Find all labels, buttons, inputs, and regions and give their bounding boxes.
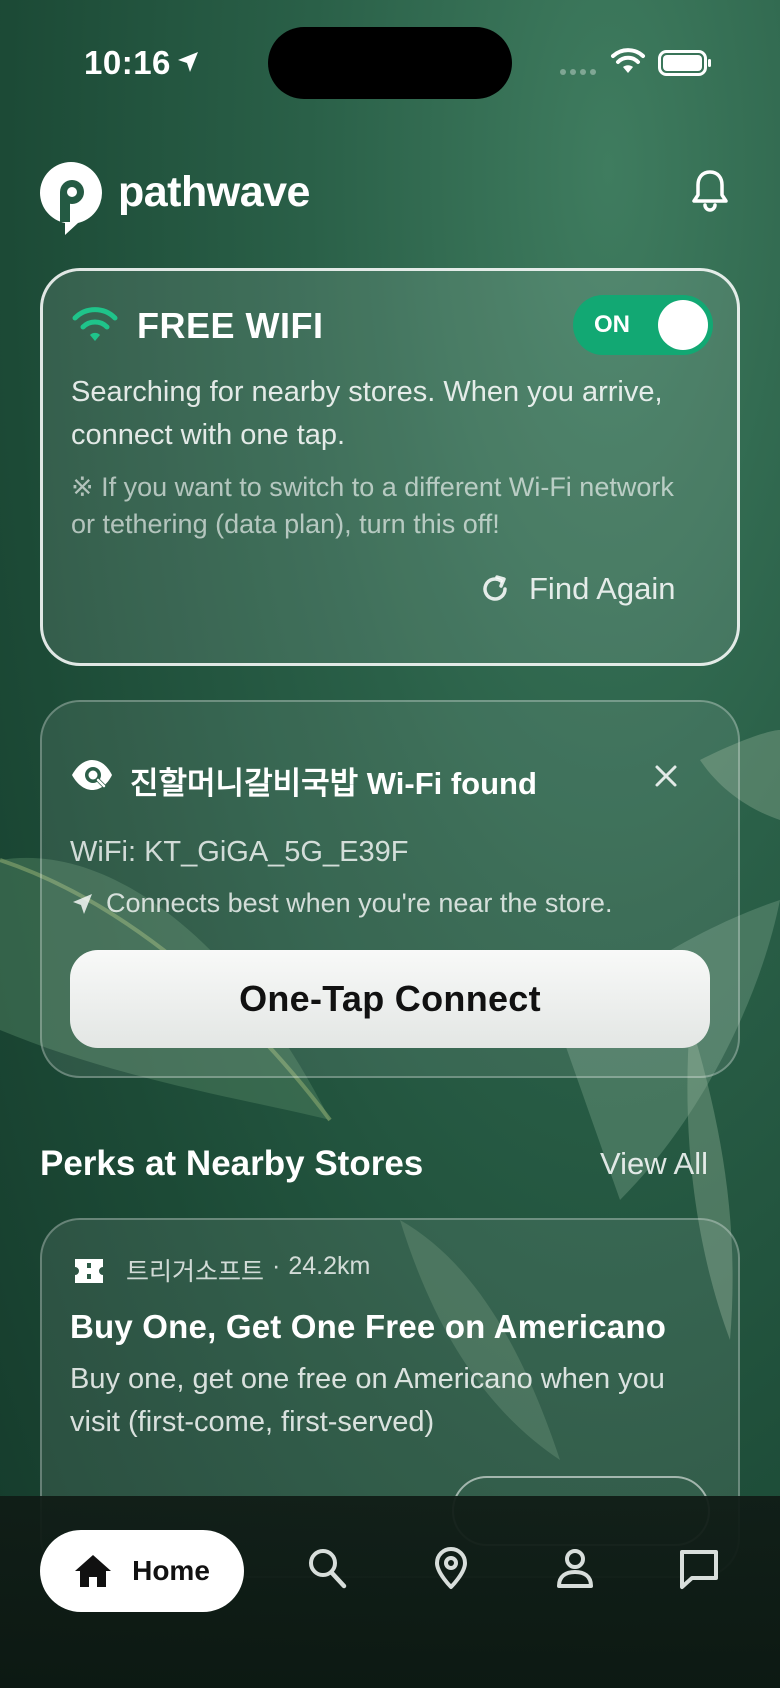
wifi-found-title: 진할머니갈비국밥 Wi-Fi found bbox=[130, 766, 537, 801]
find-again-label: Find Again bbox=[529, 571, 676, 606]
eye-scan-icon bbox=[72, 760, 112, 790]
meta-separator: · bbox=[272, 1252, 281, 1280]
wifi-status-icon bbox=[611, 48, 645, 73]
perk-title: Buy One, Get One Free on Americano bbox=[70, 1308, 667, 1345]
find-again-button[interactable]: Find Again bbox=[479, 567, 676, 611]
home-icon bbox=[75, 1555, 112, 1587]
pathwave-logo-icon bbox=[40, 162, 102, 235]
view-all-link[interactable]: View All bbox=[600, 1146, 708, 1182]
bottom-nav: Home bbox=[0, 1496, 780, 1688]
wifi-description: Searching for nearby stores. When you ar… bbox=[71, 376, 663, 451]
toggle-label: ON bbox=[594, 311, 630, 338]
perks-section-title: Perks at Nearby Stores bbox=[40, 1144, 424, 1183]
wifi-toggle[interactable]: ON bbox=[573, 295, 713, 355]
search-icon[interactable] bbox=[306, 1546, 348, 1590]
one-tap-connect-button[interactable]: One-Tap Connect bbox=[70, 950, 710, 1048]
store-name: 트리거소프트 bbox=[126, 1258, 265, 1286]
nav-home-tab[interactable]: Home bbox=[40, 1530, 244, 1612]
perk-description: Buy one, get one free on Americano when … bbox=[70, 1363, 665, 1438]
ticket-icon bbox=[75, 1259, 103, 1283]
wifi-icon bbox=[72, 307, 118, 341]
nav-home-label: Home bbox=[132, 1555, 210, 1586]
location-arrow-icon bbox=[73, 893, 92, 914]
close-icon[interactable] bbox=[654, 764, 678, 788]
wifi-found-card: 진할머니갈비국밥 Wi-Fi found WiFi: KT_GiGA_5G_E3… bbox=[40, 700, 740, 1078]
status-time: 10:16 bbox=[84, 44, 171, 81]
chat-icon[interactable] bbox=[678, 1546, 720, 1590]
proximity-hint-text: Connects best when you're near the store… bbox=[106, 888, 613, 918]
battery-icon bbox=[658, 50, 711, 76]
map-pin-icon[interactable] bbox=[430, 1546, 472, 1590]
refresh-icon bbox=[483, 575, 507, 601]
cellular-signal-icon bbox=[560, 69, 596, 75]
dynamic-island bbox=[268, 27, 512, 99]
location-arrow-icon bbox=[178, 52, 198, 72]
store-distance: 24.2km bbox=[288, 1252, 371, 1280]
brand-name: pathwave bbox=[118, 168, 310, 216]
free-wifi-card: FREE WIFI ON Searching for nearby stores… bbox=[40, 268, 740, 666]
wifi-note: ※ If you want to switch to a different W… bbox=[71, 472, 674, 539]
toggle-knob bbox=[658, 300, 708, 350]
proximity-hint: Connects best when you're near the store… bbox=[70, 888, 612, 919]
profile-icon[interactable] bbox=[554, 1546, 596, 1590]
bell-icon[interactable] bbox=[690, 168, 730, 212]
free-wifi-title: FREE WIFI bbox=[137, 305, 324, 346]
store-meta: 트리거소프트 · 24.2km bbox=[126, 1252, 370, 1288]
wifi-ssid: WiFi: KT_GiGA_5G_E39F bbox=[70, 836, 409, 868]
